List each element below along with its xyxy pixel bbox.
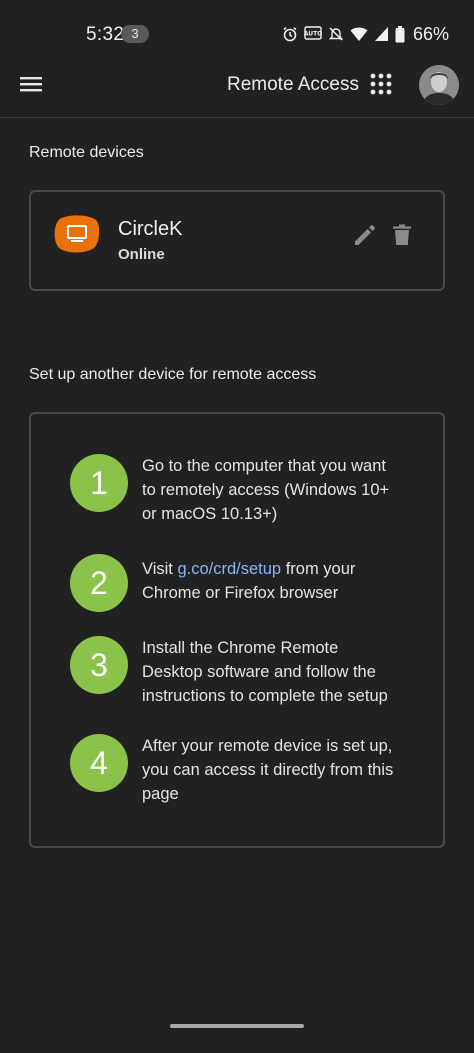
gesture-nav-handle[interactable] — [170, 1024, 304, 1028]
battery-icon — [395, 25, 405, 43]
step-text-line: to remotely access (Windows 10+ — [142, 481, 390, 499]
delete-trash-icon[interactable] — [389, 222, 415, 248]
step-text-line: you can access it directly from this — [142, 761, 394, 779]
mute-icon — [328, 26, 344, 42]
step-text-prefix: Visit — [142, 560, 178, 578]
step-number-badge: 1 — [70, 454, 128, 512]
computer-icon — [54, 215, 100, 253]
status-time: 5:32 — [86, 24, 125, 45]
alarm-icon — [282, 26, 298, 42]
step-number-badge: 2 — [70, 554, 128, 612]
device-name: CircleK — [118, 218, 183, 240]
step-text-line: After your remote device is set up, — [142, 737, 393, 755]
app-bar: Remote Access — [0, 64, 474, 118]
device-card[interactable]: CircleK Online — [29, 190, 445, 291]
step-text: After your remote device is set up, you … — [142, 734, 422, 806]
status-bar: 5:32 3 AUTO 66% — [0, 0, 474, 64]
remote-devices-heading: Remote devices — [29, 144, 144, 161]
notification-count-badge: 3 — [121, 25, 149, 43]
status-icons: AUTO 66% — [282, 22, 449, 46]
step-text-line: Desktop software and follow the — [142, 663, 376, 681]
step-text: Visit g.co/crd/setup from your Chrome or… — [142, 557, 422, 605]
hamburger-menu-icon[interactable] — [18, 72, 46, 100]
step-text: Go to the computer that you want to remo… — [142, 454, 422, 526]
battery-percent: 66% — [412, 23, 449, 44]
step-text-line: Visit g.co/crd/setup from your — [142, 557, 422, 581]
step-text: Install the Chrome Remote Desktop softwa… — [142, 636, 422, 708]
wifi-icon — [350, 26, 368, 42]
step-text-line: Chrome or Firefox browser — [142, 584, 339, 602]
signal-icon — [374, 26, 389, 42]
setup-heading: Set up another device for remote access — [29, 366, 317, 383]
setup-link[interactable]: g.co/crd/setup — [177, 560, 281, 578]
page-title: Remote Access — [227, 74, 359, 95]
step-text-suffix: from your — [281, 560, 356, 578]
step-text-line: Go to the computer that you want — [142, 457, 386, 475]
auto-brightness-icon: AUTO — [304, 26, 322, 42]
edit-pencil-icon[interactable] — [352, 222, 378, 248]
account-avatar[interactable] — [419, 65, 459, 105]
step-number-badge: 4 — [70, 734, 128, 792]
svg-text:AUTO: AUTO — [304, 31, 322, 38]
step-text-line: instructions to complete the setup — [142, 687, 388, 705]
step-text-line: page — [142, 785, 179, 803]
step-number-badge: 3 — [70, 636, 128, 694]
setup-instructions-card: 1 Go to the computer that you want to re… — [29, 412, 445, 848]
step-text-line: Install the Chrome Remote — [142, 639, 339, 657]
apps-grid-icon[interactable] — [369, 72, 393, 96]
device-status: Online — [118, 246, 165, 263]
step-text-line: or macOS 10.13+) — [142, 505, 278, 523]
